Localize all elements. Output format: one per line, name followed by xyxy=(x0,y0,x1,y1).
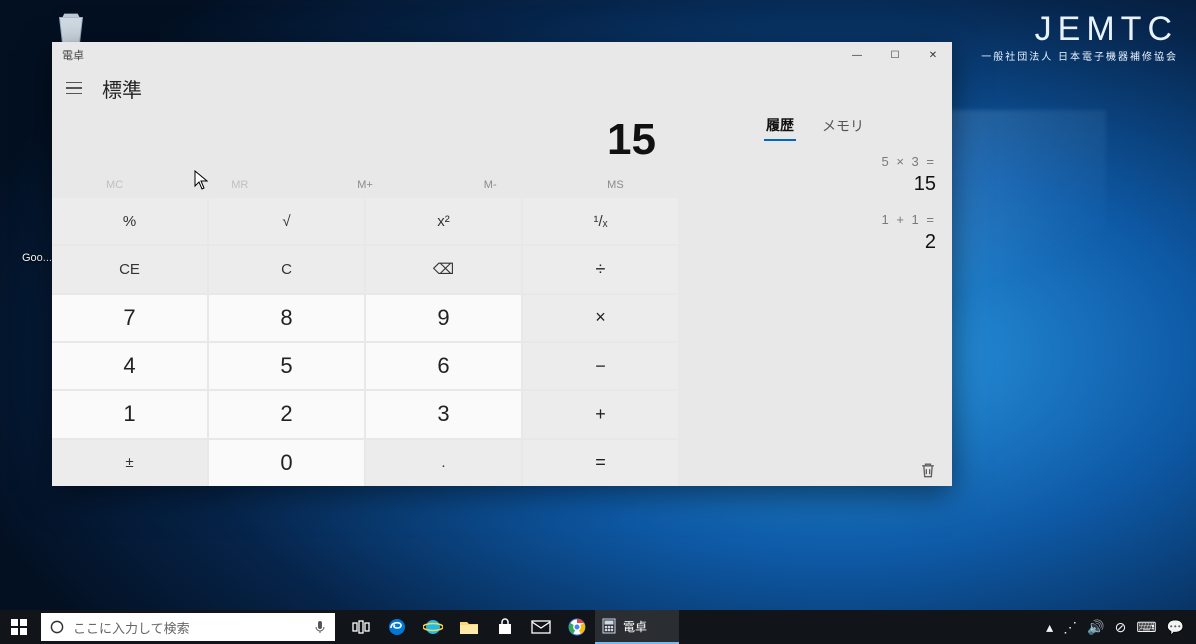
close-button[interactable]: ✕ xyxy=(914,42,952,68)
mc-button[interactable]: MC xyxy=(52,172,177,198)
edge-icon[interactable] xyxy=(379,610,415,644)
watermark: JEMTC 一般社団法人 日本電子機器補修協会 xyxy=(981,12,1178,63)
digit-4-button[interactable]: 4 xyxy=(52,343,207,389)
calculator-icon xyxy=(601,618,617,634)
tray-ime-icon[interactable]: ⌨ xyxy=(1136,619,1156,636)
start-button[interactable] xyxy=(0,610,38,644)
display-area: 15 xyxy=(52,108,678,172)
cortana-circle-icon xyxy=(49,619,65,635)
mouse-cursor-icon xyxy=(194,170,208,190)
search-placeholder: ここに入力して検索 xyxy=(73,618,313,637)
square-button[interactable]: x² xyxy=(366,198,521,244)
watermark-title: JEMTC xyxy=(981,12,1178,46)
sqrt-button[interactable]: √ xyxy=(209,198,364,244)
calculator-window: 電卓 — ☐ ✕ 標準 15 MC MR M+ M- MS xyxy=(52,42,952,486)
tab-memory[interactable]: メモリ xyxy=(820,112,866,140)
m-plus-button[interactable]: M+ xyxy=(302,172,427,198)
digit-8-button[interactable]: 8 xyxy=(209,295,364,341)
mode-label: 標準 xyxy=(102,74,142,103)
desktop-icon-label-goo: Goo... xyxy=(22,252,52,264)
calculator-panel: 15 MC MR M+ M- MS % √ x² ¹/ₓ CE C ⌫ xyxy=(52,108,678,486)
ms-button[interactable]: MS xyxy=(553,172,678,198)
tray-up-icon[interactable]: ▴ xyxy=(1046,619,1053,636)
clear-history-icon[interactable] xyxy=(918,460,938,480)
digit-3-button[interactable]: 3 xyxy=(366,391,521,437)
tray-network-icon[interactable]: ⋰ xyxy=(1063,619,1077,636)
ie-icon[interactable] xyxy=(415,610,451,644)
digit-9-button[interactable]: 9 xyxy=(366,295,521,341)
history-item[interactable]: 1 + 1 = 2 xyxy=(692,206,938,264)
button-grid: % √ x² ¹/ₓ CE C ⌫ ÷ 7 8 9 × 4 5 6 − xyxy=(52,198,678,486)
history-result: 15 xyxy=(694,173,936,196)
mail-icon[interactable] xyxy=(523,610,559,644)
history-expression: 5 × 3 = xyxy=(694,154,936,169)
windows-logo-icon xyxy=(11,619,27,635)
c-button[interactable]: C xyxy=(209,246,364,292)
taskbar: ここに入力して検索 電卓 ▴ ⋰ 🔊 ⊘ ⌨ 💬 xyxy=(0,610,1196,644)
m-minus-button[interactable]: M- xyxy=(428,172,553,198)
ce-button[interactable]: CE xyxy=(52,246,207,292)
reciprocal-button[interactable]: ¹/ₓ xyxy=(523,198,678,244)
minimize-button[interactable]: — xyxy=(838,42,876,68)
digit-5-button[interactable]: 5 xyxy=(209,343,364,389)
desktop-wallpaper: JEMTC 一般社団法人 日本電子機器補修協会 Goo... 電卓 — ☐ ✕ … xyxy=(0,0,1196,644)
tray-sound-icon[interactable]: 🔊 xyxy=(1087,619,1104,636)
add-button[interactable]: + xyxy=(523,391,678,437)
tray-help-icon[interactable]: ⊘ xyxy=(1115,619,1127,636)
memory-row: MC MR M+ M- MS xyxy=(52,172,678,198)
hamburger-menu-icon[interactable] xyxy=(62,76,86,100)
file-explorer-icon[interactable] xyxy=(451,610,487,644)
history-expression: 1 + 1 = xyxy=(694,212,936,227)
digit-6-button[interactable]: 6 xyxy=(366,343,521,389)
digit-2-button[interactable]: 2 xyxy=(209,391,364,437)
subtract-button[interactable]: − xyxy=(523,343,678,389)
chrome-icon[interactable] xyxy=(559,610,595,644)
history-list: 5 × 3 = 15 1 + 1 = 2 xyxy=(692,144,938,460)
titlebar[interactable]: 電卓 — ☐ ✕ xyxy=(52,42,952,68)
digit-0-button[interactable]: 0 xyxy=(209,440,364,486)
display-value: 15 xyxy=(607,115,656,165)
percent-button[interactable]: % xyxy=(52,198,207,244)
search-input[interactable]: ここに入力して検索 xyxy=(41,613,335,641)
maximize-button[interactable]: ☐ xyxy=(876,42,914,68)
task-view-icon[interactable] xyxy=(343,610,379,644)
history-item[interactable]: 5 × 3 = 15 xyxy=(692,148,938,206)
microphone-icon[interactable] xyxy=(313,620,327,634)
system-tray: ▴ ⋰ 🔊 ⊘ ⌨ 💬 xyxy=(1034,619,1196,636)
taskbar-app-calculator[interactable]: 電卓 xyxy=(595,610,679,644)
equals-button[interactable]: = xyxy=(523,440,678,486)
header-row: 標準 xyxy=(52,68,952,108)
store-icon[interactable] xyxy=(487,610,523,644)
negate-button[interactable]: ± xyxy=(52,440,207,486)
watermark-subtitle: 一般社団法人 日本電子機器補修協会 xyxy=(981,48,1178,63)
tab-history[interactable]: 履歴 xyxy=(764,111,796,141)
taskbar-app-label: 電卓 xyxy=(623,618,647,635)
history-tabs: 履歴 メモリ xyxy=(692,108,938,144)
window-title: 電卓 xyxy=(62,47,838,63)
backspace-button[interactable]: ⌫ xyxy=(366,246,521,292)
tray-notifications-icon[interactable]: 💬 xyxy=(1167,619,1184,636)
multiply-button[interactable]: × xyxy=(523,295,678,341)
divide-button[interactable]: ÷ xyxy=(523,246,678,292)
decimal-button[interactable]: . xyxy=(366,440,521,486)
digit-1-button[interactable]: 1 xyxy=(52,391,207,437)
history-panel: 履歴 メモリ 5 × 3 = 15 1 + 1 = 2 xyxy=(678,108,952,486)
history-result: 2 xyxy=(694,231,936,254)
digit-7-button[interactable]: 7 xyxy=(52,295,207,341)
